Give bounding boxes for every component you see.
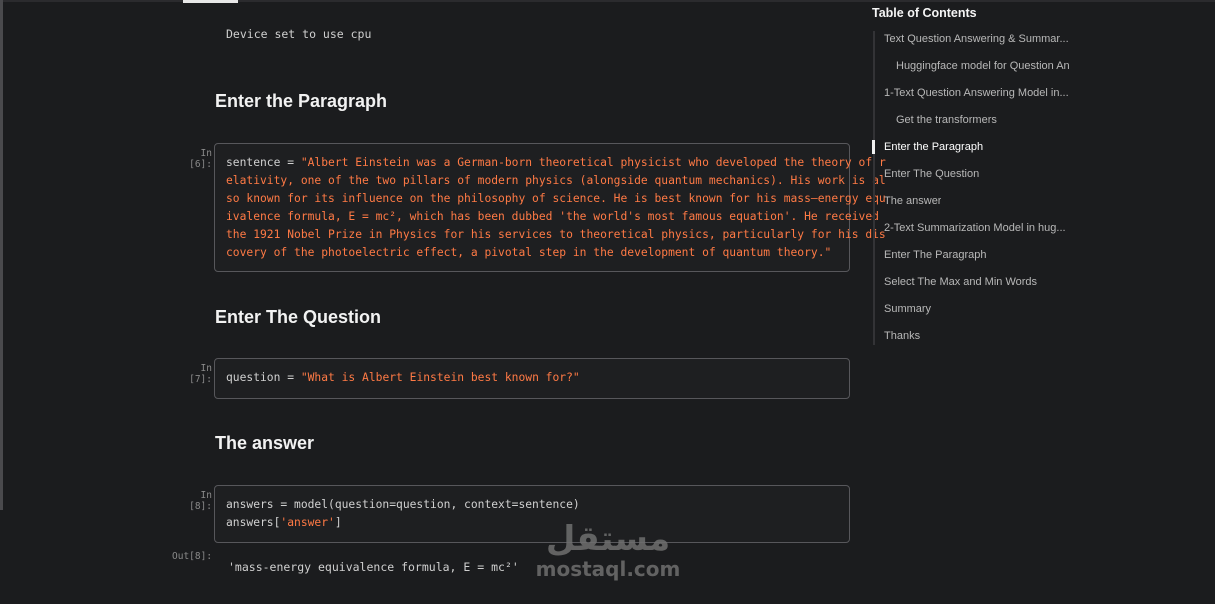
out-8-text: 'mass-energy equivalence formula, E = mc… [228, 560, 519, 574]
code-line-1: answers = model(question=question, conte… [226, 498, 580, 511]
toc-item[interactable]: The answer [884, 195, 941, 207]
cell-6-code[interactable]: sentence = "Albert Einstein was a German… [215, 144, 886, 262]
toc-item[interactable]: Enter The Question [884, 168, 979, 180]
string-line-5: the 1921 Nobel Prize in Physics for his … [226, 228, 886, 241]
assign-op: = [280, 371, 301, 384]
toc-item[interactable]: 2-Text Summarization Model in hug... [884, 222, 1066, 234]
watermark-latin: mostaql.com [535, 557, 681, 581]
toc-item[interactable]: Summary [884, 303, 931, 315]
toc-track [873, 31, 875, 345]
code-cell-6[interactable]: sentence = "Albert Einstein was a German… [214, 143, 886, 272]
cell-8-code[interactable]: answers = model(question=question, conte… [215, 486, 849, 532]
string-line-6: covery of the photoelectric effect, a pi… [226, 246, 832, 259]
heading-the-answer: The answer [215, 433, 315, 453]
table-of-contents: Table of Contents Text Question Answerin… [872, 0, 1215, 604]
question-string: "What is Albert Einstein best known for?… [300, 371, 580, 384]
toc-item[interactable]: Select The Max and Min Words [884, 276, 1037, 288]
cell-6-prompt: In [6]: [189, 148, 212, 170]
toc-item[interactable]: Huggingface model for Question An [896, 60, 1070, 72]
out-8-prompt: Out[8]: [172, 551, 213, 562]
toc-active-marker [872, 140, 875, 154]
string-line-2: elativity, one of the two pillars of mod… [226, 174, 886, 187]
string-line-4: ivalence formula, E = mc², which has bee… [226, 210, 879, 223]
code-line-2-post: ] [334, 516, 342, 529]
heading-enter-paragraph: Enter the Paragraph [215, 91, 388, 111]
toc-item[interactable]: 1-Text Question Answering Model in... [884, 87, 1069, 99]
toc-item[interactable]: Enter The Paragraph [884, 249, 987, 261]
answer-key-string: 'answer' [280, 516, 335, 529]
code-cell-8[interactable]: answers = model(question=question, conte… [214, 485, 850, 543]
heading-enter-question: Enter The Question [215, 307, 382, 327]
cell-7-prompt: In [7]: [189, 363, 212, 385]
watermark-arabic: مستقل [545, 519, 671, 559]
toc-item[interactable]: Text Question Answering & Summar... [884, 33, 1069, 45]
device-output: Device set to use cpu [226, 27, 372, 41]
string-line-3: so known for its influence on the philos… [226, 192, 886, 205]
cell-7-code[interactable]: question = "What is Albert Einstein best… [215, 359, 849, 387]
toc-title: Table of Contents [872, 6, 977, 20]
toc-item[interactable]: Thanks [884, 330, 920, 342]
string-line-1: "Albert Einstein was a German-born theor… [300, 156, 886, 169]
assign-op: = [280, 156, 301, 169]
toc-item[interactable]: Enter the Paragraph [884, 141, 983, 153]
toc-item[interactable]: Get the transformers [896, 114, 997, 126]
cell-8-prompt: In [8]: [189, 490, 212, 512]
code-line-2-pre: answers[ [226, 516, 281, 529]
notebook-main: Device set to use cpu Enter the Paragrap… [0, 0, 886, 604]
var-question: question [226, 371, 281, 384]
var-sentence: sentence [226, 156, 281, 169]
code-cell-7[interactable]: question = "What is Albert Einstein best… [214, 358, 850, 399]
mostaql-watermark-logo: مستقل mostaql.com [533, 520, 683, 580]
